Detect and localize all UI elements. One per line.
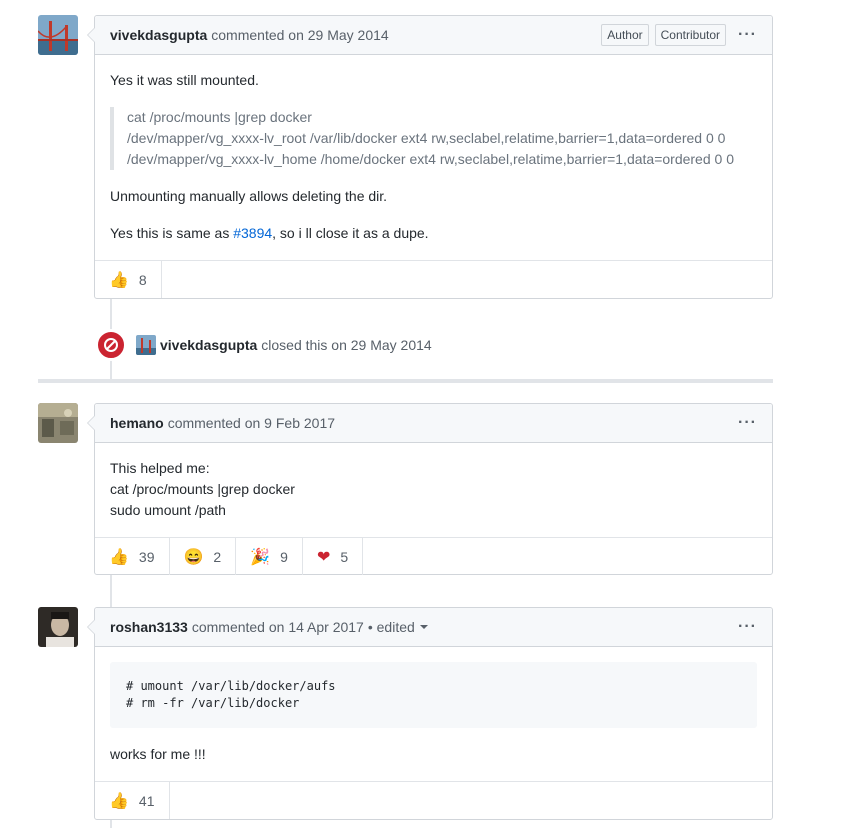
hooray-icon: 🎉	[250, 548, 271, 566]
text-span: Yes this is same as	[110, 225, 234, 241]
code-line: # rm -fr /var/lib/docker	[126, 696, 300, 710]
closed-event: vivekdasgupta closed this on 29 May 2014	[96, 330, 432, 360]
blockquote: cat /proc/mounts |grep docker /dev/mappe…	[110, 107, 757, 170]
reactions-bar: 👍 8	[95, 260, 772, 298]
reaction-count: 5	[340, 548, 349, 565]
comment-text: Yes it was still mounted.	[110, 72, 259, 88]
text-span: , so i ll close it as a dupe.	[272, 225, 429, 241]
thumbs-up-icon: 👍	[109, 548, 129, 566]
reaction-count: 9	[280, 548, 288, 565]
reaction-count: 39	[138, 548, 155, 565]
comment: roshan3133 commented on 14 Apr 2017 • ed…	[87, 607, 773, 820]
issue-link[interactable]: #3894	[233, 225, 272, 241]
comment-body: This helped me: cat /proc/mounts |grep d…	[95, 443, 772, 537]
comment: vivekdasgupta commented on 29 May 2014 A…	[87, 15, 773, 299]
edited-label: • edited	[367, 619, 415, 635]
reactions-bar: 👍 41	[95, 781, 772, 819]
quote-line: /dev/mapper/vg_xxxx-lv_root /var/lib/doc…	[127, 130, 726, 146]
closed-event-text: closed this on 29 May 2014	[261, 337, 432, 353]
avatar[interactable]	[38, 403, 78, 443]
closed-badge	[96, 330, 126, 360]
reaction-count: 2	[213, 548, 222, 565]
reaction-heart[interactable]: ❤ 5	[303, 538, 364, 575]
quote-line: cat /proc/mounts |grep docker	[127, 109, 312, 125]
reaction-laugh[interactable]: 😄 2	[170, 538, 237, 575]
avatar[interactable]	[38, 15, 78, 55]
comment-body: # umount /var/lib/docker/aufs # rm -fr /…	[95, 647, 772, 781]
timeline-line	[110, 574, 112, 608]
comment-body: Yes it was still mounted. cat /proc/moun…	[95, 55, 772, 260]
code-line: # umount /var/lib/docker/aufs	[126, 679, 336, 693]
comment-timestamp[interactable]: commented on 29 May 2014	[211, 27, 388, 43]
comment-text: cat /proc/mounts |grep docker	[110, 481, 295, 497]
closed-icon	[104, 338, 118, 352]
reaction-thumbs-up[interactable]: 👍 8	[95, 261, 162, 298]
heart-icon: ❤	[316, 548, 331, 566]
author-link[interactable]: vivekdasgupta	[110, 27, 207, 43]
comment-timestamp[interactable]: commented on 14 Apr 2017	[192, 619, 364, 635]
caret-down-icon	[419, 625, 428, 633]
comment-header: roshan3133 commented on 14 Apr 2017 • ed…	[95, 608, 772, 647]
thumbs-up-icon: 👍	[109, 792, 129, 810]
reactions-bar: 👍 39 😄 2 🎉 9 ❤ 5	[95, 537, 772, 575]
quote-line: /dev/mapper/vg_xxxx-lv_home /home/docker…	[127, 151, 734, 167]
laugh-icon: 😄	[183, 548, 204, 566]
reaction-thumbs-up[interactable]: 👍 39	[95, 538, 170, 575]
more-options-button[interactable]: ···	[738, 27, 757, 43]
reaction-count: 8	[138, 271, 147, 288]
more-options-button[interactable]: ···	[738, 415, 757, 431]
reaction-thumbs-up[interactable]: 👍 41	[95, 782, 170, 819]
timeline-separator	[38, 379, 773, 383]
comment-header: vivekdasgupta commented on 29 May 2014 A…	[95, 16, 772, 55]
author-badge: Author	[601, 24, 649, 46]
reaction-count: 41	[138, 792, 155, 809]
comment-text: Yes this is same as #3894, so i ll close…	[110, 223, 757, 244]
comment-text: Unmounting manually allows deleting the …	[110, 188, 388, 204]
contributor-badge: Contributor	[654, 24, 727, 46]
author-link[interactable]: hemano	[110, 415, 164, 431]
comment: hemano commented on 9 Feb 2017 ··· This …	[87, 403, 773, 575]
timeline-line	[110, 819, 112, 828]
author-link[interactable]: vivekdasgupta	[160, 337, 257, 353]
code-block: # umount /var/lib/docker/aufs # rm -fr /…	[110, 662, 757, 728]
comment-text: sudo umount /path	[110, 502, 226, 518]
comment-header: hemano commented on 9 Feb 2017 ···	[95, 404, 772, 443]
edited-dropdown[interactable]: • edited	[368, 619, 428, 635]
author-link[interactable]: roshan3133	[110, 619, 188, 635]
avatar[interactable]	[38, 607, 78, 647]
reaction-hooray[interactable]: 🎉 9	[236, 538, 303, 575]
comment-timestamp[interactable]: commented on 9 Feb 2017	[168, 415, 335, 431]
thumbs-up-icon: 👍	[109, 271, 129, 289]
more-options-button[interactable]: ···	[738, 619, 757, 635]
comment-text: This helped me:	[110, 460, 210, 476]
avatar[interactable]	[136, 335, 156, 355]
comment-text: works for me !!!	[110, 746, 206, 762]
